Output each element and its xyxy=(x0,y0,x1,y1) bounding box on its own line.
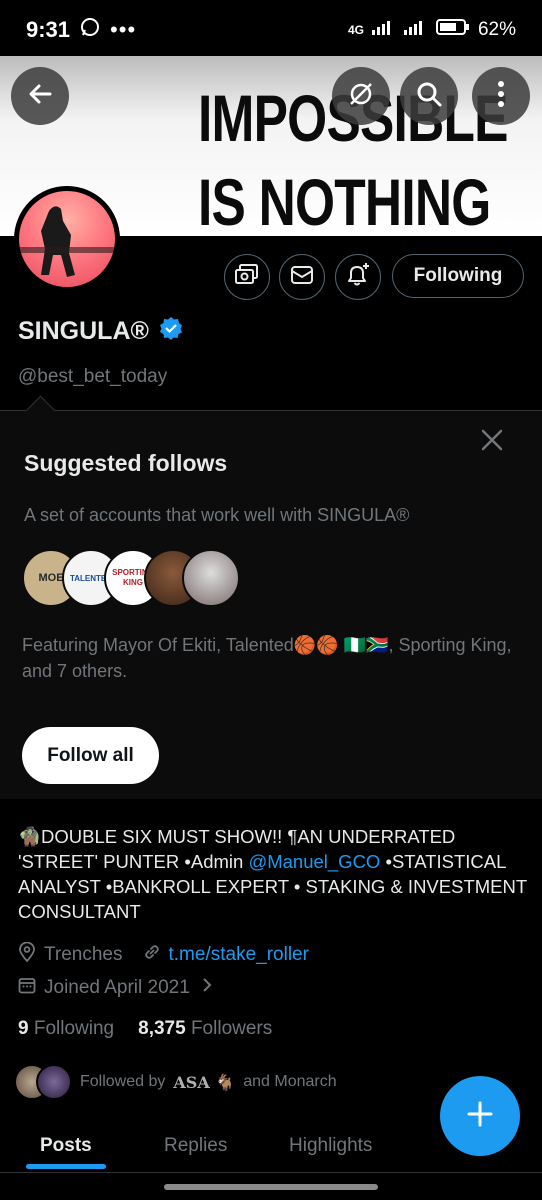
message-button[interactable] xyxy=(279,254,325,300)
tab-replies[interactable]: Replies xyxy=(164,1118,227,1174)
more-button[interactable] xyxy=(472,67,530,125)
profile-meta-row: Trenches t.me/stake_roller xyxy=(18,941,309,968)
tab-highlights[interactable]: Highlights xyxy=(289,1118,372,1174)
gesture-home-bar[interactable] xyxy=(164,1184,378,1190)
profile-bio: 🧌DOUBLE SIX MUST SHOW!! ¶AN UNDERRATED '… xyxy=(18,824,530,924)
back-button[interactable] xyxy=(11,67,69,125)
following-count: 9 xyxy=(18,1018,29,1039)
grok-button[interactable] xyxy=(332,67,390,125)
profile-handle: @best_bet_today xyxy=(18,366,168,387)
battery-icon xyxy=(435,18,470,42)
joined-text: Joined April 2021 xyxy=(44,977,190,998)
follow-counts: 9 Following 8,375 Followers xyxy=(18,1018,272,1040)
followed-by-row[interactable]: Followed by ASA 🐐 and Monarch xyxy=(14,1064,337,1100)
envelope-icon xyxy=(290,265,314,290)
link-icon xyxy=(143,943,161,967)
status-bar: 9:31 ••• 4G 62% xyxy=(0,0,542,60)
followed-by-name1: ASA 🐐 xyxy=(173,1072,236,1092)
notifications-button[interactable] xyxy=(335,254,381,300)
clock: 9:31 xyxy=(26,17,71,42)
display-name: SINGULA® xyxy=(18,317,149,345)
search-icon xyxy=(415,80,443,113)
suggested-follows-title: Suggested follows xyxy=(24,450,228,476)
followers-label: Followers xyxy=(190,1018,273,1039)
plus-icon xyxy=(465,1099,495,1134)
more-notifications-icon: ••• xyxy=(110,17,137,42)
chevron-right-icon xyxy=(202,977,212,999)
location-text: Trenches xyxy=(44,944,123,965)
follower-avatar-2 xyxy=(36,1064,72,1100)
close-icon xyxy=(478,429,506,458)
money-icon xyxy=(235,263,259,291)
suggested-follows-description: A set of accounts that work well with SI… xyxy=(24,505,410,525)
bell-plus-icon xyxy=(345,262,371,293)
battery-percent: 62% xyxy=(477,19,516,40)
more-icon xyxy=(497,80,505,113)
profile-avatar[interactable] xyxy=(14,186,120,292)
network-label: 4G xyxy=(347,23,364,37)
tab-divider xyxy=(0,1172,542,1173)
signal-icon-2 xyxy=(403,19,428,41)
website-link[interactable]: t.me/stake_roller xyxy=(169,944,309,966)
location-icon xyxy=(18,941,36,968)
avatar-person-2[interactable] xyxy=(182,549,240,607)
following-label: Following xyxy=(33,1018,115,1039)
suggested-featuring-text: Featuring Mayor Of Ekiti, Talented🏀🏀 🇳🇬🇿… xyxy=(22,635,512,681)
following-count-link[interactable]: 9 Following xyxy=(18,1018,114,1040)
grok-icon xyxy=(347,80,375,113)
search-button[interactable] xyxy=(400,67,458,125)
follow-all-button[interactable]: Follow all xyxy=(22,727,159,784)
avatar-image xyxy=(19,191,115,287)
back-arrow-icon xyxy=(26,80,54,113)
signal-icon xyxy=(371,19,396,41)
bio-mention-link[interactable]: @Manuel_GCO xyxy=(248,851,380,872)
close-suggestions-button[interactable] xyxy=(478,426,506,454)
joined-row[interactable]: Joined April 2021 xyxy=(18,976,212,1000)
followers-count-link[interactable]: 8,375 Followers xyxy=(138,1018,272,1040)
suggested-avatars[interactable]: MOE TALENTED SPORTING KING xyxy=(22,549,242,607)
following-button[interactable]: Following xyxy=(392,254,524,298)
banner-line2: IS NOTHING xyxy=(198,165,491,236)
whatsapp-icon xyxy=(80,17,100,43)
followers-count: 8,375 xyxy=(138,1018,186,1039)
calendar-icon xyxy=(18,976,36,1000)
followed-by-prefix: Followed by xyxy=(80,1073,166,1090)
verified-badge-icon xyxy=(159,316,183,347)
compose-post-button[interactable] xyxy=(440,1076,520,1156)
avatar-mayor-label: MOE xyxy=(38,572,64,584)
subscribe-button[interactable] xyxy=(224,254,270,300)
profile-name-row: SINGULA® xyxy=(18,316,183,347)
active-tab-indicator xyxy=(26,1164,106,1169)
followed-by-suffix: and Monarch xyxy=(243,1073,337,1090)
followed-by-avatars xyxy=(14,1064,72,1100)
